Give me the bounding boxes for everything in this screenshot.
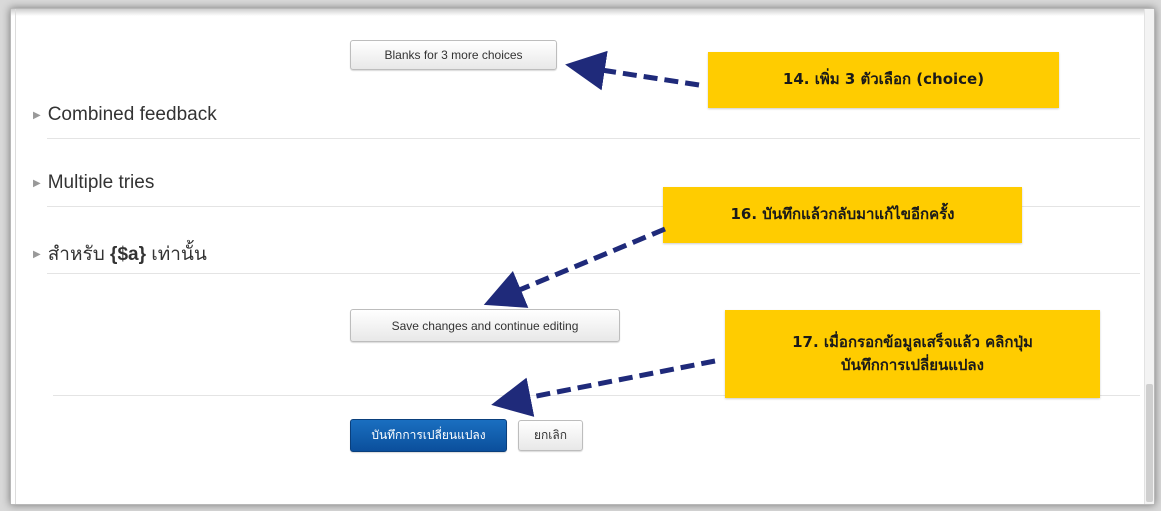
callout-step-17: 17. เมื่อกรอกข้อมูลเสร็จแล้ว คลิกปุ่ม บั…	[725, 310, 1100, 398]
callout-step-17-line2: บันทึกการเปลี่ยนแปลง	[841, 356, 984, 374]
section-label: สำหรับ {$a} เท่านั้น	[48, 239, 207, 269]
blanks-more-choices-button[interactable]: Blanks for 3 more choices	[350, 40, 557, 70]
callout-step-17-line1: 17. เมื่อกรอกข้อมูลเสร็จแล้ว คลิกปุ่ม	[792, 332, 1033, 351]
section-label: Multiple tries	[47, 172, 155, 193]
arrow-to-save-changes-button	[491, 358, 716, 417]
save-and-continue-button[interactable]: Save changes and continue editing	[350, 309, 620, 342]
divider	[47, 273, 1140, 274]
window-top-border	[11, 9, 1154, 16]
expand-triangle-icon: ▶	[33, 177, 41, 189]
arrow-to-blanks-button	[565, 50, 700, 91]
section-combined-feedback[interactable]: ▶ Combined feedback	[33, 104, 217, 126]
section-label: Combined feedback	[47, 104, 217, 125]
scrollbar-thumb[interactable]	[1146, 384, 1153, 502]
section-for-a-only[interactable]: ▶ สำหรับ {$a} เท่านั้น	[33, 239, 207, 269]
cancel-button[interactable]: ยกเลิก	[518, 420, 583, 451]
scrollbar[interactable]	[1144, 9, 1154, 504]
arrow-to-save-continue-button	[483, 226, 666, 308]
callout-step-14: 14. เพิ่ม 3 ตัวเลือก (choice)	[708, 52, 1059, 108]
content-left-border	[15, 9, 16, 504]
save-changes-button[interactable]: บันทึกการเปลี่ยนแปลง	[350, 419, 507, 452]
callout-step-16: 16. บันทึกแล้วกลับมาแก้ไขอีกครั้ง	[663, 187, 1022, 243]
expand-triangle-icon: ▶	[33, 109, 41, 121]
page-frame: Blanks for 3 more choices ▶ Combined fee…	[10, 8, 1155, 505]
section-label-prefix: สำหรับ	[47, 244, 111, 265]
expand-triangle-icon: ▶	[33, 248, 41, 260]
section-label-placeholder: {$a}	[110, 244, 146, 265]
divider	[47, 138, 1140, 139]
section-label-suffix: เท่านั้น	[145, 244, 207, 265]
section-multiple-tries[interactable]: ▶ Multiple tries	[33, 172, 154, 194]
